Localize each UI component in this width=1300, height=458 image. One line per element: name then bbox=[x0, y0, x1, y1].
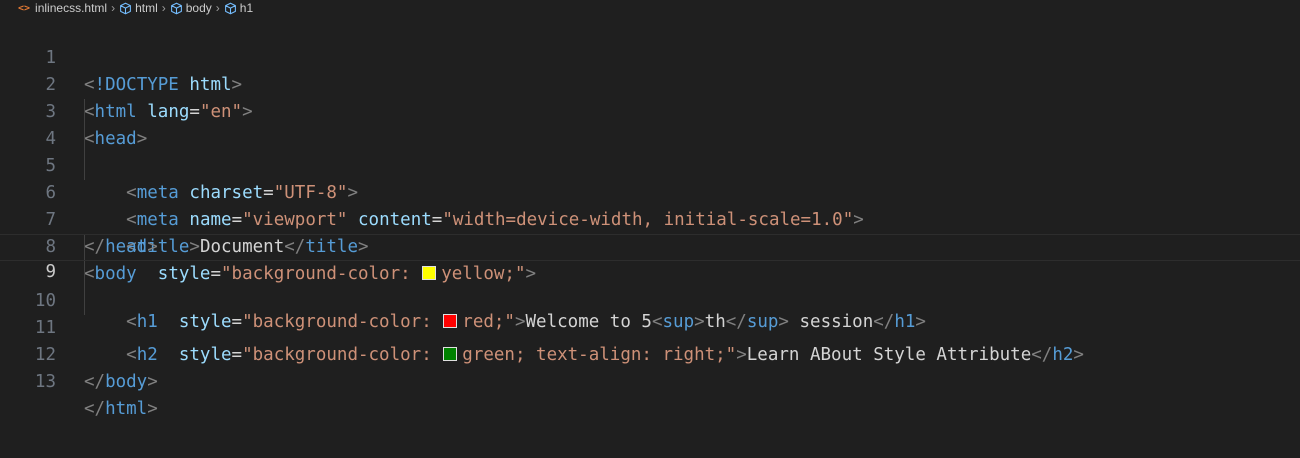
code-line[interactable]: 1 <!DOCTYPE html> bbox=[0, 18, 1300, 95]
html-file-icon: <> bbox=[18, 2, 31, 14]
indent-guide bbox=[84, 261, 85, 288]
breadcrumb-item-label: html bbox=[135, 1, 158, 15]
chevron-right-icon: › bbox=[161, 1, 166, 15]
line-code: </body> bbox=[84, 369, 158, 396]
code-line[interactable]: 6 <title>Document</title> bbox=[0, 153, 1300, 257]
breadcrumb-item-html[interactable]: html bbox=[119, 1, 158, 15]
line-code: </html> bbox=[84, 396, 158, 423]
element-cube-icon bbox=[224, 2, 236, 14]
code-line[interactable]: 3 <head> bbox=[0, 72, 1300, 149]
breadcrumb-item-body[interactable]: body bbox=[170, 1, 212, 15]
token: </ bbox=[84, 372, 106, 392]
breadcrumb-file[interactable]: <> inlinecss.html bbox=[18, 1, 107, 15]
token: > bbox=[147, 372, 158, 392]
token: </ bbox=[84, 399, 106, 419]
code-line[interactable]: 4 <meta charset="UTF-8"> bbox=[0, 99, 1300, 203]
breadcrumb-item-label: h1 bbox=[239, 1, 254, 15]
breadcrumb-item-label: body bbox=[185, 1, 212, 15]
code-line[interactable]: 5 <meta name="viewport" content="width=d… bbox=[0, 126, 1300, 230]
element-cube-icon bbox=[170, 2, 182, 14]
token: > bbox=[147, 399, 158, 419]
chevron-right-icon: › bbox=[111, 1, 116, 15]
code-editor[interactable]: <> inlinecss.html › html › body › h1 1 <… bbox=[0, 0, 1300, 458]
code-line[interactable]: 8 <body style="background-color: yellow;… bbox=[0, 207, 1300, 284]
indent-guide bbox=[84, 288, 85, 315]
code-line[interactable]: 7 </head> bbox=[0, 180, 1300, 257]
token: body bbox=[105, 372, 148, 392]
code-area[interactable]: 1 <!DOCTYPE html> 2 <html lang="en"> 3 <… bbox=[0, 18, 1300, 419]
code-line[interactable]: 12 </body> bbox=[0, 315, 1300, 392]
chevron-right-icon: › bbox=[215, 1, 220, 15]
breadcrumb-file-label: inlinecss.html bbox=[35, 1, 108, 15]
token: html bbox=[105, 399, 148, 419]
indent-guide bbox=[84, 153, 85, 180]
element-cube-icon bbox=[120, 2, 131, 14]
breadcrumb-item-h1[interactable]: h1 bbox=[224, 1, 253, 15]
code-line[interactable]: 10 <h2 style="background-color: green; t… bbox=[0, 261, 1300, 365]
code-line-current[interactable]: 9 <h1 style="background-color: red;">Wel… bbox=[0, 234, 1300, 332]
code-line[interactable]: 2 <html lang="en"> bbox=[0, 45, 1300, 122]
code-line[interactable]: 11 bbox=[0, 288, 1300, 338]
indent-guide bbox=[84, 235, 85, 260]
line-number: 13 bbox=[34, 372, 56, 392]
indent-guide bbox=[84, 99, 85, 126]
code-line[interactable]: 13 </html> bbox=[0, 342, 1300, 419]
breadcrumb: <> inlinecss.html › html › body › h1 bbox=[0, 0, 1300, 16]
indent-guide bbox=[84, 126, 85, 153]
